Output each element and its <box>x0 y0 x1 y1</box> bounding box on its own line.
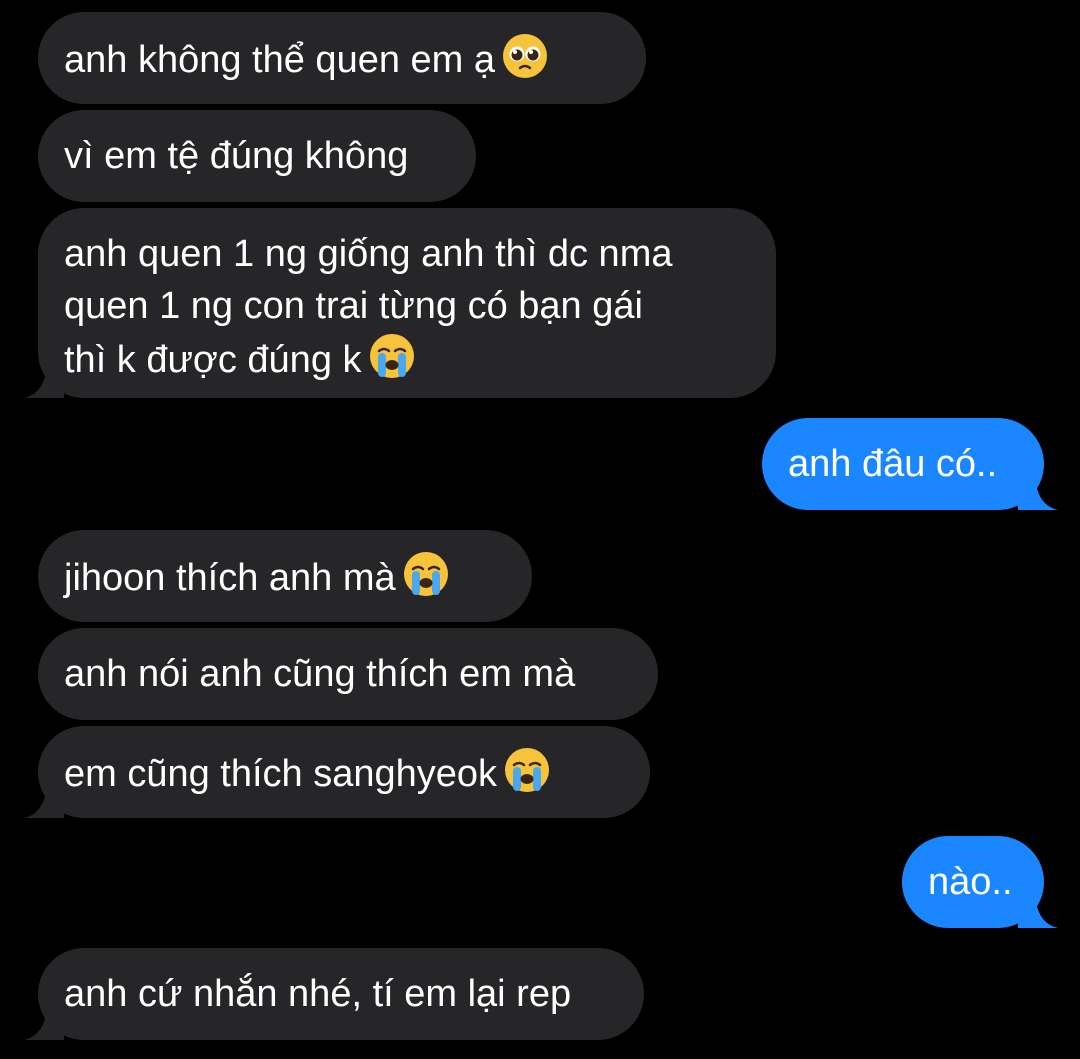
message-text: nào.. <box>928 861 1013 903</box>
bubble-tail <box>24 358 64 398</box>
pleading-face-emoji-icon <box>501 32 549 80</box>
message-text: anh nói anh cũng thích em mà <box>64 653 576 695</box>
message-text: em cũng thích sanghyeok <box>64 753 498 795</box>
message-text: vì em tệ đúng không <box>64 135 409 177</box>
message-bubble-received[interactable]: em cũng thích sanghyeok <box>24 726 650 818</box>
bubble-tail <box>1018 888 1058 928</box>
message-text: anh không thể quen em ạ <box>64 39 496 81</box>
loudly-crying-face-emoji-icon <box>368 332 416 380</box>
message-bubble-received[interactable]: vì em tệ đúng không <box>38 110 476 202</box>
message-text: jihoon thích anh mà <box>64 557 396 599</box>
message-bubble-sent[interactable]: nào.. <box>902 836 1058 928</box>
message-text: anh cứ nhắn nhé, tí em lại rep <box>64 973 572 1015</box>
message-text: anh đâu có.. <box>788 443 998 485</box>
message-bubble-received[interactable]: anh nói anh cũng thích em mà <box>38 628 658 720</box>
message-text-line: quen 1 ng con trai từng có bạn gái <box>64 285 643 327</box>
bubble-tail <box>1018 470 1058 510</box>
message-bubble-received[interactable]: anh cứ nhắn nhé, tí em lại rep <box>24 948 644 1040</box>
message-bubble-received[interactable]: jihoon thích anh mà <box>38 530 532 622</box>
message-bubble-received[interactable]: anh không thể quen em ạ <box>38 12 646 104</box>
message-bubble-sent[interactable]: anh đâu có.. <box>762 418 1058 510</box>
conversation-screen: { "messages": [ {"sender": "them", "text… <box>0 0 1080 1059</box>
message-bubble-received[interactable]: anh quen 1 ng giống anh thì dc nma quen … <box>24 208 776 398</box>
bubble-tail <box>24 1000 64 1040</box>
loudly-crying-face-emoji-icon <box>402 550 450 598</box>
message-text-line: anh quen 1 ng giống anh thì dc nma <box>64 233 673 275</box>
message-text-line: thì k được đúng k <box>64 339 362 381</box>
loudly-crying-face-emoji-icon <box>503 746 551 794</box>
bubble-tail <box>24 778 64 818</box>
